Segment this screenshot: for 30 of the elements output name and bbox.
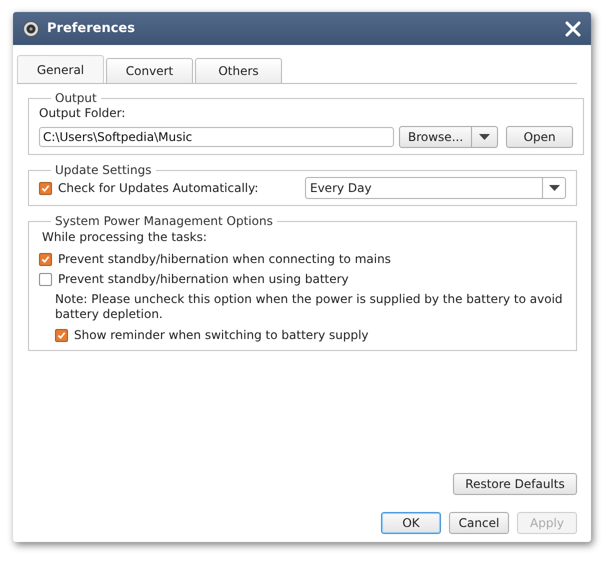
group-title: System Power Management Options — [54, 214, 274, 228]
checkbox[interactable] — [39, 252, 52, 266]
frequency-dropdown[interactable]: Every Day — [305, 177, 566, 199]
group-title: Update Settings — [54, 163, 152, 177]
tab[interactable]: Convert — [106, 58, 193, 83]
folder-field[interactable]: C:\Users\Softpedia\Music — [39, 127, 394, 147]
restore-defaults-button[interactable]: Restore Defaults — [453, 473, 577, 495]
caret-icon — [548, 184, 560, 192]
checkbox-label: Prevent standby/hibernation when connecting to mains — [58, 252, 391, 266]
checkbox[interactable] — [39, 272, 52, 286]
checkbox-label: Show reminder when switching to battery supply — [74, 328, 369, 342]
open-button[interactable]: Open — [506, 126, 574, 148]
field-label: Output Folder: — [39, 106, 126, 120]
close-icon[interactable] — [565, 20, 581, 36]
browse-button[interactable]: Browse... — [399, 126, 472, 148]
checkbox-label: Check for Updates Automatically: — [58, 181, 258, 195]
caret-icon — [479, 134, 490, 140]
intro-text: While processing the tasks: — [42, 230, 208, 244]
speaker-icon — [23, 20, 39, 36]
tab[interactable]: Others — [195, 58, 282, 83]
window-title: Preferences — [47, 21, 136, 36]
checkbox-label: Prevent standby/hibernation when using battery — [58, 272, 349, 286]
tab[interactable]: General — [17, 55, 104, 83]
dialog-button[interactable]: OK — [381, 512, 441, 534]
note-text: Note: Please uncheck this option when the power is supplied by the battery to avoid battery depletion. — [55, 292, 564, 322]
checkbox[interactable] — [39, 182, 52, 194]
checkbox[interactable] — [55, 328, 68, 342]
dialog-button[interactable]: Cancel — [449, 512, 509, 534]
group-title: Output — [54, 91, 98, 105]
dropdown-button[interactable] — [472, 126, 498, 148]
